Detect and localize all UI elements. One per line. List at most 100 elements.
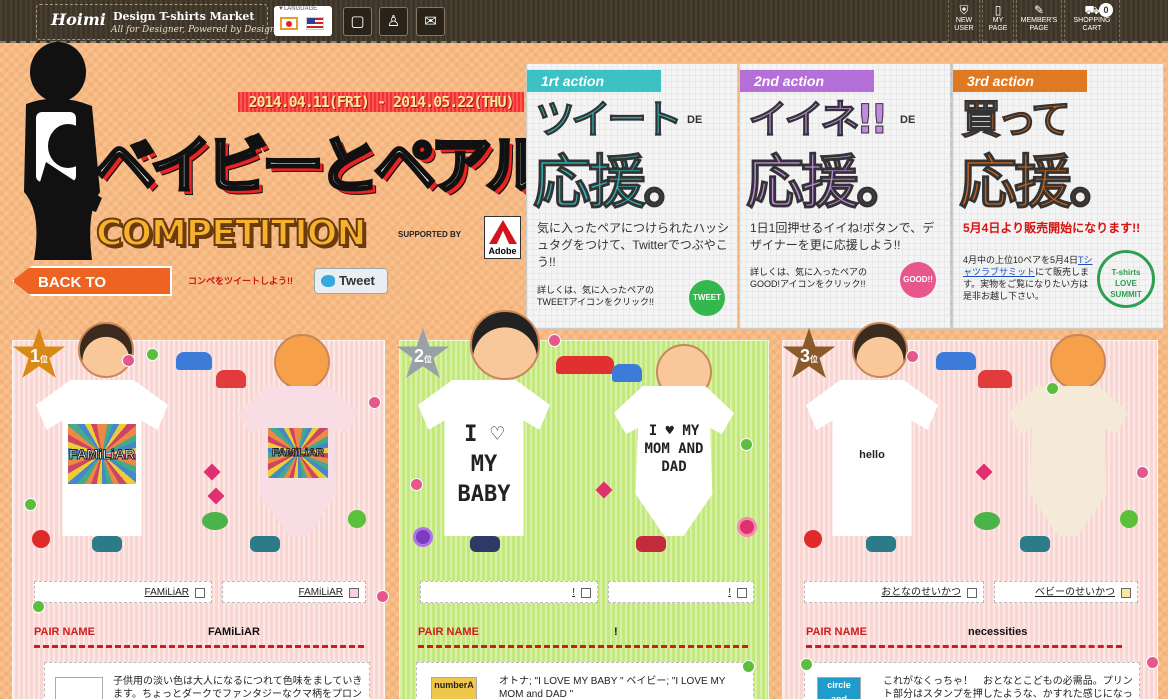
- baby-item-label[interactable]: !: [608, 581, 754, 603]
- tweet-competition-prompt: コンペをツイートしよう!!: [188, 276, 293, 286]
- action-note: 詳しくは、気に入ったペアのTWEETアイコンをクリック!!: [537, 285, 655, 307]
- parent-item-label[interactable]: FAMiLiAR: [34, 581, 212, 603]
- parent-item-color-swatch: [195, 588, 205, 598]
- my-page-label: MY PAGE: [988, 17, 1008, 32]
- tweet-badge-icon[interactable]: [24, 498, 37, 511]
- parent-item-color-swatch: [967, 588, 977, 598]
- action-note: 4月中の上位10ペアを5月4日Tシャツラブサミットにて販売します。実物をご覧にな…: [963, 254, 1095, 302]
- brand-name: Hoimi: [51, 10, 106, 29]
- apple-icon: [32, 530, 50, 548]
- action-support-text: 応援。: [533, 148, 702, 217]
- parent-item-color-swatch: [581, 588, 591, 598]
- rank-number: 3: [799, 346, 810, 366]
- rank-suffix: 位: [810, 355, 818, 364]
- good-badge-icon[interactable]: [906, 350, 919, 363]
- good-badge-icon[interactable]: [1146, 656, 1159, 669]
- action-label: 1rt action: [527, 70, 661, 92]
- adobe-logo[interactable]: Adobe: [484, 216, 521, 259]
- parent-shoes: [470, 536, 500, 552]
- good-badge-icon[interactable]: [410, 478, 423, 491]
- frog-icon: [974, 512, 1000, 530]
- baby-character-head: [1050, 334, 1106, 390]
- good-badge-icon[interactable]: [1136, 466, 1149, 479]
- good-badge-icon[interactable]: [376, 590, 389, 603]
- baby-item-name: ベビーのせいかつ: [1035, 587, 1115, 598]
- pair-name-value: FAMiLiAR: [208, 626, 260, 638]
- parent-item-label[interactable]: おとなのせいかつ: [804, 581, 984, 603]
- sales-start-notice: 5月4日より販売開始になります!!: [963, 221, 1141, 235]
- tweet-badge-icon[interactable]: [146, 348, 159, 361]
- tweet-badge-icon[interactable]: [800, 658, 813, 671]
- good-icon[interactable]: GOOD!!: [900, 262, 936, 298]
- tweet-badge-icon[interactable]: [32, 600, 45, 613]
- tweet-button[interactable]: Tweet: [314, 268, 388, 294]
- pair-description-text: 子供用の淡い色は大人になるにつれて色味をましていきます。ちょっとダークでファンタ…: [113, 676, 363, 699]
- back-to-toppage-button[interactable]: BACK TO TOPPAGE: [12, 266, 172, 296]
- romper-print: FAMiLiAR: [268, 428, 328, 478]
- language-label: ▼LANGUAGE: [278, 6, 318, 12]
- supported-by-label: SUPPORTED BY: [398, 230, 462, 239]
- apple-icon: [348, 510, 366, 528]
- action-support-text: 応援。: [746, 148, 915, 217]
- good-badge-icon[interactable]: [122, 354, 135, 367]
- tweet-icon[interactable]: TWEET: [689, 280, 725, 316]
- romper-print: I ♥ MY MOM AND DAD: [644, 423, 704, 475]
- shopping-cart-label: SHOPPING CART: [1073, 17, 1111, 32]
- pair-name-value: necessities: [968, 626, 1028, 638]
- japanese-flag-icon[interactable]: [280, 17, 298, 30]
- toy-car-icon: [612, 364, 642, 382]
- frog-icon: [202, 512, 228, 530]
- parent-shoes: [92, 536, 122, 552]
- pair-description: 子供用の淡い色は大人になるにつれて色味をましていきます。ちょっとダークでファンタ…: [44, 662, 370, 699]
- tweet-badge-icon[interactable]: [742, 660, 755, 673]
- baby-character-head: [274, 334, 330, 390]
- tshirt-icon[interactable]: ♙: [379, 7, 408, 36]
- tweet-badge-icon[interactable]: [1046, 382, 1059, 395]
- action-description: 1日1回押せるイイね!ボタンで、デザイナーを更に応援しよう!!: [750, 221, 935, 252]
- baby-item-color-swatch: [737, 588, 747, 598]
- good-badge-icon[interactable]: [548, 334, 561, 347]
- toy-truck-icon: [556, 356, 614, 374]
- rank-number: 1: [29, 346, 40, 366]
- shopping-cart-button[interactable]: ⛟ SHOPPING CART 0: [1064, 0, 1120, 42]
- pair-name-label: PAIR NAME: [34, 626, 95, 638]
- book-icon[interactable]: ▢: [343, 7, 372, 36]
- flower-icon: [416, 530, 430, 544]
- rank-number: 2: [413, 346, 424, 366]
- action-panel-buy: 3rd action 買って 応援。 5月4日より販売開始になります!! 4月中…: [952, 63, 1164, 329]
- toy-car-icon: [216, 370, 246, 388]
- us-flag-icon[interactable]: [306, 17, 324, 30]
- cart-count-badge: 0: [1099, 3, 1113, 17]
- new-user-button[interactable]: ⛨ NEW USER: [948, 0, 980, 42]
- tweet-badge-icon[interactable]: [740, 438, 753, 451]
- action-support-text: 応援。: [959, 148, 1128, 217]
- action-description: 気に入ったペアにつけられたハッシュタグをつけて、Twitterでつぶやこう!!: [537, 221, 730, 269]
- competition-dates: 2014.04.11(FRI) - 2014.05.22(THU): [238, 92, 524, 112]
- flower-icon: [740, 520, 754, 534]
- designer-thumbnail[interactable]: [55, 677, 103, 699]
- my-page-button[interactable]: ▯ MY PAGE: [982, 0, 1014, 42]
- new-user-label: NEW USER: [954, 17, 974, 32]
- parent-character-head: [852, 322, 908, 378]
- pair-name-row: PAIR NAME!: [418, 626, 748, 648]
- site-logo[interactable]: Hoimi Design T-shirts Market All for Des…: [36, 4, 285, 40]
- member-page-button[interactable]: ✎ MEMBER'S PAGE: [1016, 0, 1062, 42]
- parent-item-label[interactable]: !: [420, 581, 598, 603]
- baby-item-label[interactable]: ベビーのせいかつ: [994, 581, 1138, 603]
- good-badge-icon[interactable]: [368, 396, 381, 409]
- parent-shoes: [866, 536, 896, 552]
- baby-item-label[interactable]: FAMiLiAR: [222, 581, 366, 603]
- mail-icon[interactable]: ✉: [416, 7, 445, 36]
- action-heading: イイネ!!: [748, 97, 889, 144]
- action-heading: ツイート: [535, 97, 684, 144]
- pair-name-row: PAIR NAME FAMiLiAR: [34, 626, 364, 648]
- parent-character-head: [470, 310, 540, 380]
- action-label: 3rd action: [953, 70, 1087, 92]
- site-tagline: All for Designer, Powered by Designer: [111, 25, 286, 35]
- note-intro: 4月中の上位10ペアを5月4日: [963, 255, 1079, 265]
- designer-thumbnail[interactable]: numberA: [431, 677, 477, 699]
- designer-thumbnail[interactable]: circle and: [817, 677, 861, 699]
- parent-item-name: おとなのせいかつ: [881, 587, 961, 598]
- toy-car-icon: [936, 352, 976, 370]
- baby-item-name: FAMiLiAR: [298, 587, 343, 598]
